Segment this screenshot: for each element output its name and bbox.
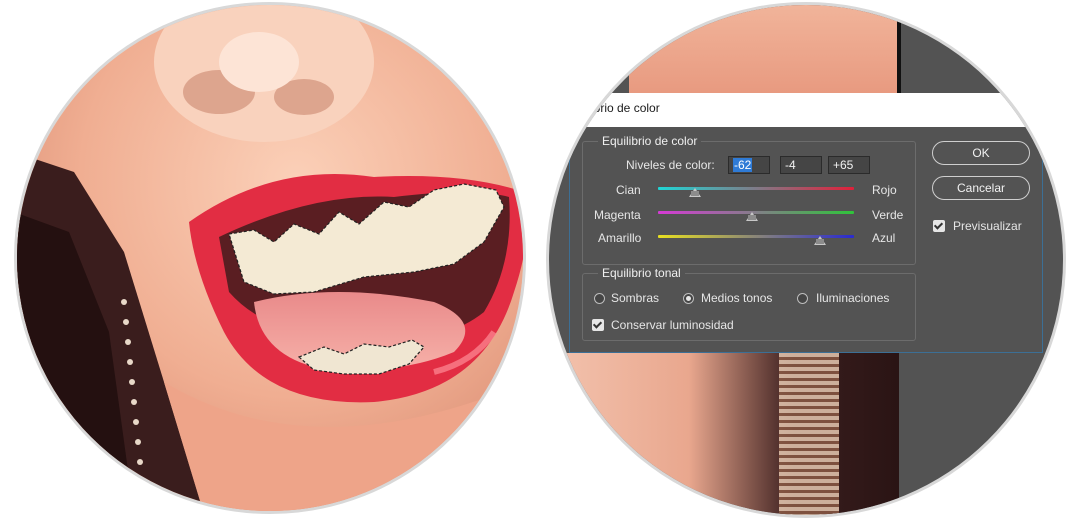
highlights-label[interactable]: Iluminaciones — [816, 291, 889, 305]
photo-teeth-selection — [14, 2, 526, 514]
cyan-label: Cian — [616, 183, 641, 197]
red-label: Rojo — [872, 183, 897, 197]
necklace-image — [779, 353, 839, 515]
cyan-red-slider[interactable] — [658, 187, 854, 190]
magenta-green-slider-thumb[interactable] — [746, 212, 759, 221]
mouth-photo — [17, 5, 523, 511]
color-balance-dialog: Equilibrio de color Niveles de color: -6… — [569, 127, 1043, 353]
photo-background-top — [629, 5, 899, 93]
ok-button[interactable]: OK — [932, 141, 1030, 165]
preserve-luminosity-label[interactable]: Conservar luminosidad — [611, 318, 734, 332]
preview-label[interactable]: Previsualizar — [953, 219, 1022, 233]
color-levels-label: Niveles de color: — [626, 158, 715, 172]
dialog-title: ibrio de color — [591, 101, 660, 115]
canvas-edge — [897, 5, 901, 93]
midtones-label[interactable]: Medios tonos — [701, 291, 772, 305]
cancel-button[interactable]: Cancelar — [932, 176, 1030, 200]
shadows-label[interactable]: Sombras — [611, 291, 659, 305]
yellow-blue-level-input[interactable]: +65 — [828, 156, 870, 174]
tonal-balance-group-title: Equilibrio tonal — [598, 266, 685, 280]
magenta-green-level-input[interactable]: -4 — [780, 156, 822, 174]
cyan-red-level-input[interactable]: -62 — [728, 156, 770, 174]
photo-background-bottom — [549, 353, 899, 515]
preserve-luminosity-checkbox[interactable] — [592, 319, 604, 331]
yellow-blue-slider-thumb[interactable] — [813, 236, 826, 245]
color-balance-panel: ibrio de color Equilibrio de color Nivel… — [546, 2, 1066, 518]
green-label: Verde — [872, 208, 904, 222]
midtones-radio[interactable] — [683, 293, 694, 304]
highlights-radio[interactable] — [797, 293, 808, 304]
preview-checkbox[interactable] — [933, 220, 945, 232]
magenta-label: Magenta — [594, 208, 641, 222]
color-balance-group-title: Equilibrio de color — [598, 134, 702, 148]
blue-label: Azul — [872, 231, 896, 245]
yellow-label: Amarillo — [598, 231, 642, 245]
shadows-radio[interactable] — [594, 293, 605, 304]
cyan-red-slider-thumb[interactable] — [689, 188, 702, 197]
